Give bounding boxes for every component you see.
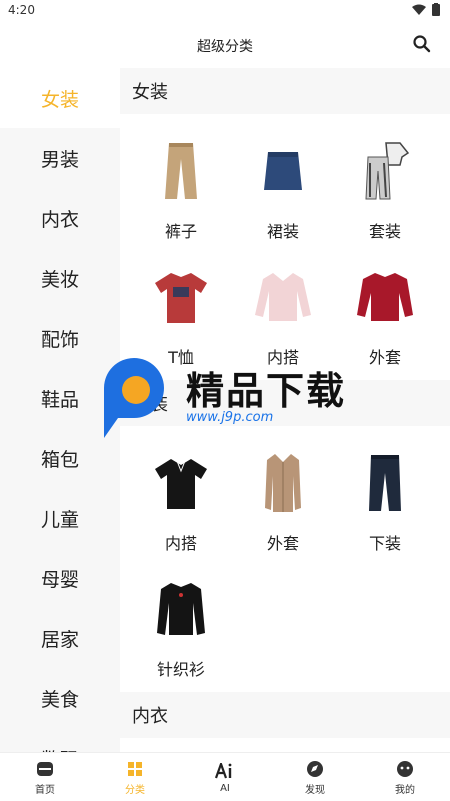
section-header: 女装 (120, 68, 450, 114)
tab-discover[interactable]: 发现 (270, 753, 360, 801)
sidebar-item-label: 美妆 (40, 268, 79, 291)
product-grid: 内搭 外套 下装 针织衫 (120, 426, 450, 692)
grid-item-suit-set[interactable]: 套装 (334, 118, 436, 244)
page-title: 超级分类 (197, 39, 253, 55)
sidebar-item-label: 男装 (40, 148, 79, 171)
wifi-icon (412, 4, 426, 15)
grid-item-mens-inner[interactable]: 内搭 (130, 430, 232, 556)
search-icon[interactable] (412, 34, 432, 54)
sidebar-item-baby[interactable]: 母婴 (0, 548, 120, 608)
sidebar-item-label: 内衣 (40, 208, 79, 231)
sidebar-item-mens[interactable]: 男装 (0, 128, 120, 188)
sidebar-item-label: 女装 (40, 88, 79, 111)
watermark-logo-icon (104, 358, 164, 438)
tab-profile[interactable]: 我的 (360, 753, 450, 801)
sidebar-item-label: 箱包 (40, 448, 79, 471)
grid-item-label: 裤子 (164, 222, 197, 241)
knit-black-icon (146, 574, 216, 644)
category-icon (125, 759, 145, 779)
watermark-text: 精品下载 (186, 369, 347, 413)
tab-ai[interactable]: AI (180, 753, 270, 801)
grid-item-label: 外套 (266, 534, 299, 553)
grid-item-trousers[interactable]: 裤子 (130, 118, 232, 244)
tab-label: AI (220, 782, 230, 794)
grid-item-outerwear[interactable]: 外套 (334, 244, 436, 370)
top-header: 超级分类 (0, 22, 450, 66)
grid-item-inner-wear[interactable]: 内搭 (232, 244, 334, 370)
tab-home[interactable]: 首页 (0, 753, 90, 801)
status-time: 4:20 (8, 3, 35, 17)
sidebar-item-label: 美食 (40, 688, 79, 711)
sweater-pink-icon (248, 262, 318, 332)
sidebar-item-label: 居家 (40, 628, 79, 651)
sidebar-item-home[interactable]: 居家 (0, 608, 120, 668)
grid-item-mens-bottoms[interactable]: 下装 (334, 430, 436, 556)
tab-label: 首页 (35, 784, 55, 796)
grid-item-mens-coat[interactable]: 外套 (232, 430, 334, 556)
sidebar-item-digital[interactable]: 数码 (0, 728, 120, 753)
compass-icon (305, 759, 325, 779)
status-bar: 4:20 (0, 0, 450, 22)
tab-label: 我的 (395, 784, 415, 796)
ai-icon (215, 761, 235, 781)
polo-black-icon (146, 448, 216, 518)
grid-item-label: 外套 (368, 348, 401, 367)
sidebar-item-label: 儿童 (40, 508, 79, 531)
grid-item-label: 套装 (368, 222, 401, 241)
grid-item-label: 针织衫 (156, 660, 205, 679)
tab-label: 分类 (125, 784, 145, 796)
sweater-red-icon (350, 262, 420, 332)
trousers-icon (146, 136, 216, 206)
home-icon (35, 759, 55, 779)
skirt-icon (248, 136, 318, 206)
grid-item-skirt[interactable]: 裙装 (232, 118, 334, 244)
sidebar-item-label: 母婴 (40, 568, 79, 591)
suit-set-icon (350, 136, 420, 206)
sidebar-item-kids[interactable]: 儿童 (0, 488, 120, 548)
tab-category[interactable]: 分类 (90, 753, 180, 801)
battery-icon (432, 3, 440, 16)
sidebar-item-label: 配饰 (40, 328, 79, 351)
sidebar-item-womens[interactable]: 女装 (0, 68, 120, 128)
grid-item-label: 下装 (368, 534, 401, 553)
watermark: 精品下载 www.j9p.com (98, 356, 358, 446)
tab-label: 发现 (305, 784, 325, 796)
sidebar-item-food[interactable]: 美食 (0, 668, 120, 728)
grid-item-label: 裙装 (266, 222, 299, 241)
bottom-tab-bar: 首页 分类 AI 发现 我的 (0, 752, 450, 801)
watermark-url: www.j9p.com (186, 410, 274, 425)
sidebar-item-underwear[interactable]: 内衣 (0, 188, 120, 248)
product-grid: 裤子 裙装 套装 T恤 内搭 外套 (120, 114, 450, 380)
tshirt-red-icon (146, 262, 216, 332)
coat-camel-icon (248, 448, 318, 518)
grid-item-tshirt[interactable]: T恤 (130, 244, 232, 370)
profile-icon (395, 759, 415, 779)
section-header: 内衣 (120, 692, 450, 738)
grid-item-mens-knit[interactable]: 针织衫 (130, 556, 232, 682)
sidebar-item-label: 鞋品 (40, 388, 79, 411)
pants-navy-icon (350, 448, 420, 518)
sidebar-item-makeup[interactable]: 美妆 (0, 248, 120, 308)
sidebar-item-label: 数码 (41, 745, 79, 753)
system-icons (412, 3, 440, 16)
grid-item-label: 内搭 (164, 534, 197, 553)
